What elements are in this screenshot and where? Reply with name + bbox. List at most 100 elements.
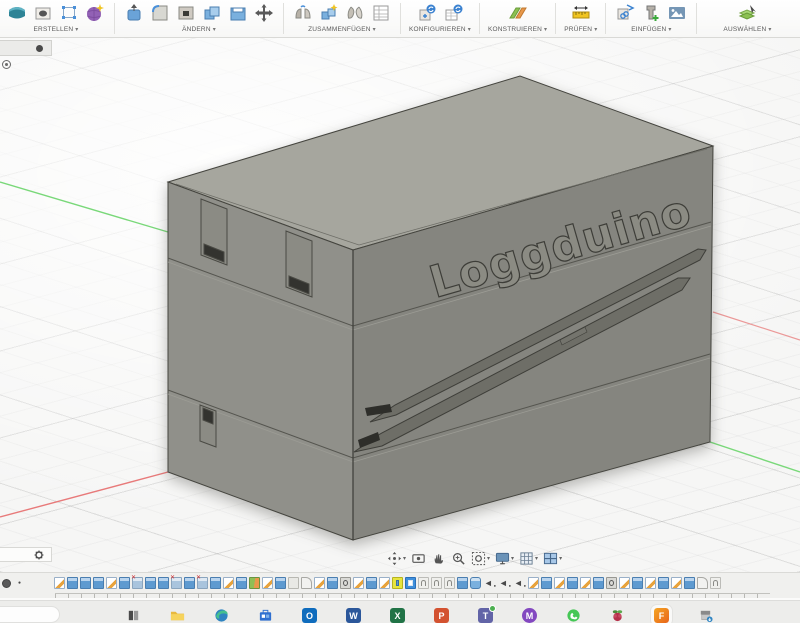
- taskbar-app-raspberry[interactable]: [610, 608, 625, 623]
- timeline-feature-extrude[interactable]: [184, 577, 195, 589]
- derive-icon[interactable]: [614, 2, 636, 24]
- timeline-feature-lightbox[interactable]: [288, 577, 299, 589]
- taskbar-app-edge[interactable]: [214, 608, 229, 623]
- taskbar-app-excel[interactable]: X: [390, 608, 405, 623]
- toolbar-group-label[interactable]: KONSTRUIEREN: [488, 26, 542, 33]
- timeline-feature-joint[interactable]: [418, 577, 429, 589]
- timeline-feature-sketch[interactable]: [314, 577, 325, 589]
- timeline-feature-extrude[interactable]: [67, 577, 78, 589]
- timeline-feature-extrude[interactable]: [119, 577, 130, 589]
- toolbar-group-label[interactable]: ERSTELLEN: [34, 26, 74, 33]
- plane-icon[interactable]: [507, 2, 529, 24]
- canvas-icon[interactable]: [666, 2, 688, 24]
- taskbar-app-word[interactable]: W: [346, 608, 361, 623]
- timeline-feature-extrude[interactable]: [632, 577, 643, 589]
- taskbar-app-file-explorer[interactable]: [170, 608, 185, 623]
- viewport-3d[interactable]: Loggduino ▾▾▾▾▾: [0, 38, 800, 572]
- joint-pair-icon[interactable]: [344, 2, 366, 24]
- toolbar-group-label[interactable]: ÄNDERN: [182, 26, 211, 33]
- timeline-feature-extrude[interactable]: [593, 577, 604, 589]
- timeline-feature-sketch[interactable]: [645, 577, 656, 589]
- timeline-feature-error[interactable]: [132, 577, 143, 589]
- timeline-feature-presspull[interactable]: [470, 577, 481, 589]
- timeline-feature-arrow[interactable]: [498, 577, 511, 589]
- timeline-feature-revolve[interactable]: [606, 577, 617, 589]
- measure-icon[interactable]: [570, 2, 592, 24]
- timeline-feature-extrude[interactable]: [93, 577, 104, 589]
- create-sketch-icon[interactable]: [58, 2, 80, 24]
- viewports-icon[interactable]: ▾: [542, 551, 563, 566]
- timeline-feature-sketch[interactable]: [528, 577, 539, 589]
- toolbar-group-label[interactable]: ZUSAMMENFÜGEN: [308, 26, 371, 33]
- press-pull-icon[interactable]: [123, 2, 145, 24]
- form-box-icon[interactable]: [6, 2, 28, 24]
- timeline-feature-extrude[interactable]: [275, 577, 286, 589]
- timeline-feature-extrude[interactable]: [541, 577, 552, 589]
- timeline-feature-joint[interactable]: [431, 577, 442, 589]
- grid-settings-icon[interactable]: ▾: [518, 551, 539, 566]
- timeline-feature-arrow[interactable]: [513, 577, 526, 589]
- timeline-feature-revolve[interactable]: [340, 577, 351, 589]
- zoom-icon[interactable]: [450, 551, 467, 566]
- move-icon[interactable]: [253, 2, 275, 24]
- timeline-feature-extrude[interactable]: [236, 577, 247, 589]
- select-icon[interactable]: [737, 2, 759, 24]
- loft-icon[interactable]: [32, 2, 54, 24]
- timeline-feature-error[interactable]: [171, 577, 182, 589]
- timeline-feature-sketch[interactable]: [106, 577, 117, 589]
- timeline-feature-sketch[interactable]: [262, 577, 273, 589]
- timeline-step-back-button[interactable]: [18, 579, 21, 588]
- comments-panel-collapsed[interactable]: [0, 547, 52, 562]
- timeline-feature-fillet[interactable]: [301, 577, 312, 589]
- hole-icon[interactable]: [175, 2, 197, 24]
- timeline-feature-sketch[interactable]: [619, 577, 630, 589]
- taskbar-app-teams[interactable]: T: [478, 608, 493, 623]
- taskbar-app-whatsapp[interactable]: [566, 608, 581, 623]
- toolbar-group-label[interactable]: PRÜFEN: [564, 26, 592, 33]
- timeline-feature-extrude[interactable]: [327, 577, 338, 589]
- timeline-feature-plane[interactable]: [249, 577, 260, 589]
- timeline-feature-joint[interactable]: [710, 577, 721, 589]
- timeline-feature-joint[interactable]: [444, 577, 455, 589]
- shell-icon[interactable]: [227, 2, 249, 24]
- timeline-feature-error[interactable]: [197, 577, 208, 589]
- timeline-feature-extrude[interactable]: [658, 577, 669, 589]
- timeline-feature-sketch[interactable]: [379, 577, 390, 589]
- browser-panel-collapsed[interactable]: [0, 40, 52, 56]
- configure-icon[interactable]: [416, 2, 438, 24]
- taskbar-app-powerpoint[interactable]: P: [434, 608, 449, 623]
- taskbar-app-fusion[interactable]: F: [654, 608, 669, 623]
- timeline-feature-sketch[interactable]: [580, 577, 591, 589]
- timeline-feature-extrude[interactable]: [158, 577, 169, 589]
- timeline-feature-extrude[interactable]: [457, 577, 468, 589]
- config-table-icon[interactable]: [442, 2, 464, 24]
- taskbar-search-box[interactable]: [0, 606, 60, 623]
- timeline-feature-extrude[interactable]: [145, 577, 156, 589]
- timeline-feature-extrude[interactable]: [684, 577, 695, 589]
- timeline-position-marker[interactable]: [2, 579, 11, 588]
- timeline-feature-fillet[interactable]: [697, 577, 708, 589]
- new-component-icon[interactable]: [318, 2, 340, 24]
- combine-icon[interactable]: [201, 2, 223, 24]
- joint-icon[interactable]: [292, 2, 314, 24]
- timeline-feature-sketch-active[interactable]: [405, 577, 416, 589]
- toolbar-group-label[interactable]: EINFÜGEN: [631, 26, 666, 33]
- fillet-icon[interactable]: [149, 2, 171, 24]
- browser-expand-toggle[interactable]: [2, 60, 11, 69]
- taskbar-app-m365[interactable]: M: [522, 608, 537, 623]
- taskbar-app-store[interactable]: [258, 608, 273, 623]
- timeline-feature-extrude[interactable]: [366, 577, 377, 589]
- pan-icon[interactable]: [430, 551, 447, 566]
- timeline-feature-extrude[interactable]: [80, 577, 91, 589]
- form-sphere-icon[interactable]: [84, 2, 106, 24]
- look-at-icon[interactable]: [410, 551, 427, 566]
- toolbar-group-label[interactable]: AUSWÄHLEN: [723, 26, 766, 33]
- timeline-feature-sketch[interactable]: [554, 577, 565, 589]
- timeline-feature-combine-active[interactable]: [392, 577, 403, 589]
- display-settings-icon[interactable]: ▾: [494, 551, 515, 566]
- taskbar-app-slicer[interactable]: [698, 608, 713, 623]
- orbit-icon[interactable]: ▾: [386, 551, 407, 566]
- timeline-feature-sketch[interactable]: [223, 577, 234, 589]
- timeline-feature-extrude[interactable]: [567, 577, 578, 589]
- timeline-feature-sketch[interactable]: [671, 577, 682, 589]
